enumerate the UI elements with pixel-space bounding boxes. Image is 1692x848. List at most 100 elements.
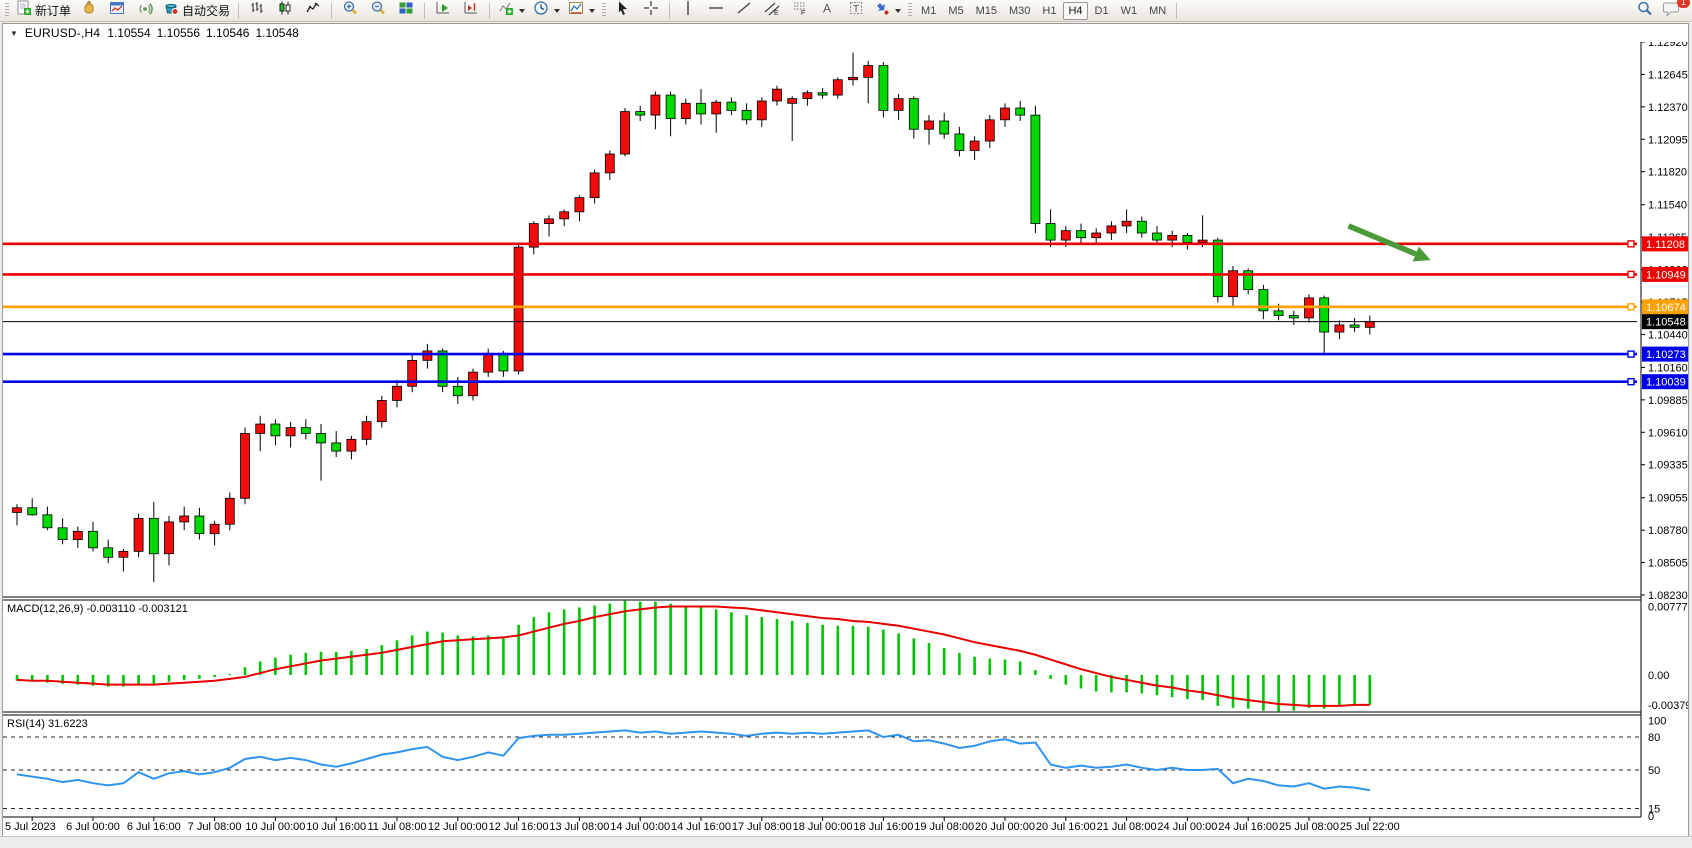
text-tool-icon: A [821,0,835,21]
vertical-line-icon [681,0,695,21]
text-tool-button[interactable]: A [814,0,842,22]
svg-text:1.09335: 1.09335 [1648,460,1688,472]
svg-text:1.10273: 1.10273 [1646,349,1686,361]
text-label-icon: T [848,0,864,21]
svg-text:12 Jul 16:00: 12 Jul 16:00 [489,821,549,833]
horizontal-line-tool-button[interactable] [702,0,730,22]
svg-text:0.007775: 0.007775 [1648,602,1688,614]
auto-scroll-icon [435,0,451,21]
auto-trading-button[interactable]: 自动交易 [159,0,234,22]
bar-chart-mode-button[interactable] [243,0,271,22]
toolbar-separator [1176,3,1177,19]
svg-text:1.11820: 1.11820 [1648,167,1687,179]
timeframe-button-H1[interactable]: H1 [1037,2,1061,20]
cursor-icon [615,0,631,21]
svg-text:1.11208: 1.11208 [1646,239,1685,251]
chart-window-button[interactable] [103,0,131,22]
arrows-tool-button[interactable] [870,0,905,22]
line-chart-mode-button[interactable] [299,0,327,22]
chart-shift-icon [463,0,479,21]
chart-shift-button[interactable] [457,0,485,22]
periods-clock-icon [533,0,549,21]
equidistant-channel-tool-button[interactable]: E [758,0,786,22]
svg-text:100: 100 [1648,716,1666,728]
line-chart-icon [305,0,321,21]
timeframe-button-M30[interactable]: M30 [1004,2,1035,20]
search-button[interactable] [1630,0,1658,22]
fibonacci-icon: F [792,0,808,21]
chart-window-icon [109,0,125,21]
new-order-label: 新订单 [35,2,71,19]
svg-text:1.10160: 1.10160 [1648,362,1688,374]
tile-windows-button[interactable] [392,0,420,22]
vertical-line-tool-button[interactable] [674,0,702,22]
svg-text:F: F [801,10,805,16]
toolbar-separator [424,3,425,19]
indicators-button[interactable] [494,0,529,22]
rsi-pane-label: RSI(14) 31.6223 [7,718,88,730]
timeframe-button-MN[interactable]: MN [1144,2,1171,20]
periods-button[interactable] [529,0,564,22]
chart-symbol-period: EURUSD-,H4 [25,26,100,40]
pouch-icon [81,0,97,21]
signals-button[interactable] [131,0,159,22]
svg-text:18 Jul 16:00: 18 Jul 16:00 [853,821,913,833]
new-order-button[interactable]: 新订单 [12,0,75,22]
svg-text:18 Jul 00:00: 18 Jul 00:00 [793,821,853,833]
svg-text:0.00: 0.00 [1648,670,1669,682]
notifications-button[interactable]: 1 [1658,0,1686,22]
toolbar-drag-handle[interactable] [602,3,606,18]
cursor-tool-button[interactable] [609,0,637,22]
equidistant-channel-icon: E [764,0,780,21]
fibonacci-tool-button[interactable]: F [786,0,814,22]
indicators-icon [498,0,514,21]
svg-text:1.10949: 1.10949 [1646,269,1686,281]
pouch-button[interactable] [75,0,103,22]
toolbar-separator [669,3,670,19]
timeframe-button-W1[interactable]: W1 [1116,2,1143,20]
zoom-in-button[interactable] [336,0,364,22]
timeframe-button-M1[interactable]: M1 [916,2,941,20]
trendline-icon [736,0,752,21]
svg-text:1.12920: 1.12920 [1648,42,1688,49]
toolbar-drag-handle[interactable] [5,3,9,18]
text-label-tool-button[interactable]: T [842,0,870,22]
crosshair-tool-button[interactable] [637,0,665,22]
timeframe-button-D1[interactable]: D1 [1090,2,1114,20]
templates-button[interactable] [564,0,599,22]
candlestick-mode-button[interactable] [271,0,299,22]
svg-text:1.12645: 1.12645 [1648,69,1688,81]
mt4-application-window: 新订单 自动交易 [0,0,1692,848]
new-order-icon [16,0,32,21]
search-icon [1636,0,1653,22]
timeframe-group: M1M5M15M30H1H4D1W1MN [915,2,1172,20]
toolbar-drag-handle[interactable] [908,3,912,18]
zoom-out-button[interactable] [364,0,392,22]
timeframe-button-M5[interactable]: M5 [943,2,968,20]
auto-scroll-button[interactable] [429,0,457,22]
collapse-chart-icon[interactable]: ▼ [10,29,18,38]
timeframe-button-M15[interactable]: M15 [971,2,1002,20]
svg-text:A: A [823,2,831,16]
svg-text:1.08230: 1.08230 [1648,590,1688,602]
arrows-tool-icon [874,0,890,21]
svg-text:1.08780: 1.08780 [1648,525,1688,537]
toolbar-right-group: 1 [1630,0,1686,22]
macd-signal-value: -0.003121 [138,603,188,615]
ohlc-readout: 1.10554 1.10556 1.10546 1.10548 [107,26,299,40]
chart-title-row: ▼ EURUSD-,H4 1.10554 1.10556 1.10546 1.1… [3,24,1688,42]
svg-text:6 Jul 16:00: 6 Jul 16:00 [127,821,181,833]
price-chart-canvas[interactable]: 1.129201.126451.123701.120951.118201.115… [3,42,1688,836]
svg-text:1.09055: 1.09055 [1648,493,1688,505]
svg-text:21 Jul 08:00: 21 Jul 08:00 [1097,821,1157,833]
rsi-name: RSI(14) [7,718,45,730]
timeframe-button-H4[interactable]: H4 [1063,2,1087,20]
svg-text:24 Jul 16:00: 24 Jul 16:00 [1218,821,1278,833]
svg-text:T: T [853,4,859,15]
toolbar-separator [489,3,490,19]
svg-text:5 Jul 2023: 5 Jul 2023 [5,821,56,833]
ohlc-close: 1.10548 [255,26,298,40]
auto-trading-label: 自动交易 [182,2,230,19]
trendline-tool-button[interactable] [730,0,758,22]
svg-text:50: 50 [1648,765,1660,777]
